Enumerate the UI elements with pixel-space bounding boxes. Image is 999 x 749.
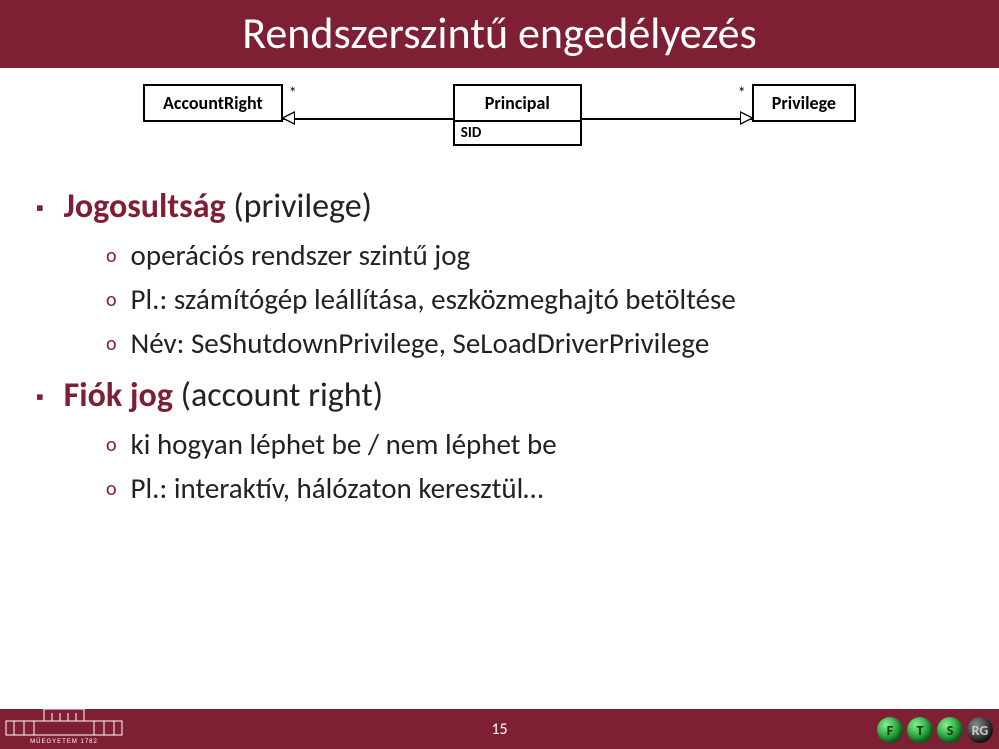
sub-item: operációs rendszer szintű jog [106, 237, 963, 273]
sub-item: Név: SeShutdownPrivilege, SeLoadDriverPr… [106, 325, 963, 361]
logo-lobe-t: T [907, 717, 933, 743]
slide-body: ▪ Jogosultság (privilege) operációs rend… [0, 146, 999, 506]
uml-principal-label: Principal [455, 86, 580, 120]
logo-lobe-f: F [877, 717, 903, 743]
uml-accountright-label: AccountRight [145, 86, 281, 120]
sub-list: ki hogyan léphet be / nem léphet be Pl.:… [36, 426, 963, 506]
uml-privilege-box: Privilege [752, 84, 856, 122]
uml-assoc-right: * [582, 100, 752, 136]
sub-list: operációs rendszer szintű jog Pl.: számí… [36, 237, 963, 361]
university-logo: MŰEGYETEM 1782 [4, 701, 124, 745]
bullet-heading-strong: Jogosultság [64, 186, 226, 227]
uml-accountright-box: AccountRight [143, 84, 283, 122]
uml-assoc-left: * [283, 100, 453, 136]
uml-mult-left: * [289, 84, 297, 103]
sub-item: Pl.: számítógép leállítása, eszközmeghaj… [106, 281, 963, 317]
square-bullet-icon: ▪ [36, 194, 50, 221]
bullet-heading-strong: Fiók jog [64, 375, 173, 416]
bullet-heading-rest: (privilege) [226, 186, 372, 227]
bullet-heading-rest: (account right) [173, 375, 383, 416]
uml-principal-attr: SID [455, 120, 580, 144]
logo-lobe-rg: RG [967, 717, 993, 743]
uml-diagram: AccountRight * Principal SID * Privilege [0, 84, 999, 146]
bullet-item: ▪ Fiók jog (account right) ki hogyan lép… [36, 375, 963, 506]
uml-mult-right: * [738, 84, 746, 103]
footer-bar: 15 [0, 709, 999, 749]
uml-privilege-label: Privilege [754, 86, 854, 120]
uml-principal-box: Principal SID [453, 84, 582, 146]
sub-item: Pl.: interaktív, hálózaton keresztül… [106, 470, 963, 506]
sub-item: ki hogyan léphet be / nem léphet be [106, 426, 963, 462]
bullet-item: ▪ Jogosultság (privilege) operációs rend… [36, 186, 963, 361]
page-number: 15 [491, 720, 507, 739]
logo-lobe-s: S [937, 717, 963, 743]
ftsrg-logo: F T S RG [877, 717, 993, 743]
bullet-list: ▪ Jogosultság (privilege) operációs rend… [36, 186, 963, 506]
university-logo-text: MŰEGYETEM 1782 [30, 738, 98, 745]
square-bullet-icon: ▪ [36, 383, 50, 410]
building-icon: MŰEGYETEM 1782 [4, 703, 124, 745]
slide-title: Rendszerszintű engedélyezés [0, 0, 999, 68]
